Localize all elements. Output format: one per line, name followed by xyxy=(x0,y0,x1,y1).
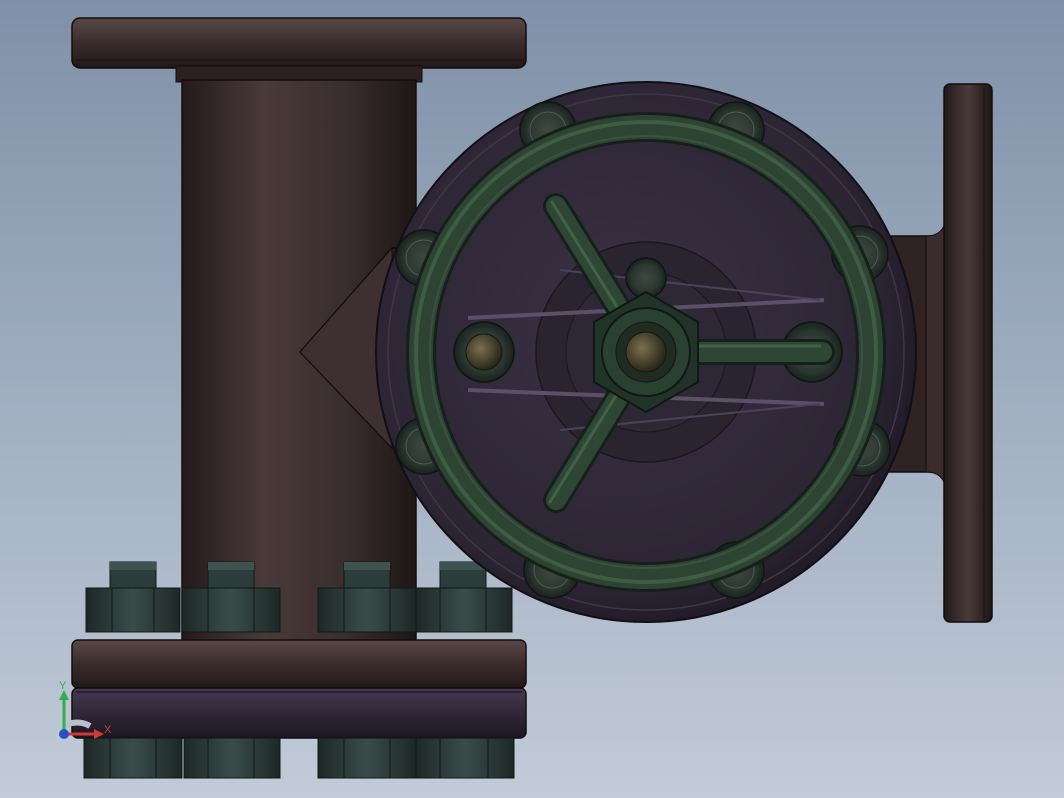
bottom-flange[interactable] xyxy=(71,639,527,689)
stem-end xyxy=(625,331,667,373)
bolt-nut xyxy=(85,561,181,633)
y-axis-label: Y xyxy=(59,680,67,692)
outlet-flange[interactable] xyxy=(943,83,993,623)
origin-dot xyxy=(59,729,69,739)
stud-end xyxy=(465,333,503,371)
valve-model[interactable] xyxy=(0,0,1064,798)
graphics-viewport[interactable]: Y X xyxy=(0,0,1064,798)
axis-triad: Y X xyxy=(59,680,112,739)
bolt-nut-lower xyxy=(83,737,515,779)
x-axis-label: X xyxy=(104,724,112,736)
triad-arc xyxy=(62,719,92,729)
blind-flange[interactable] xyxy=(71,687,527,739)
x-axis-arrowhead xyxy=(94,729,104,739)
